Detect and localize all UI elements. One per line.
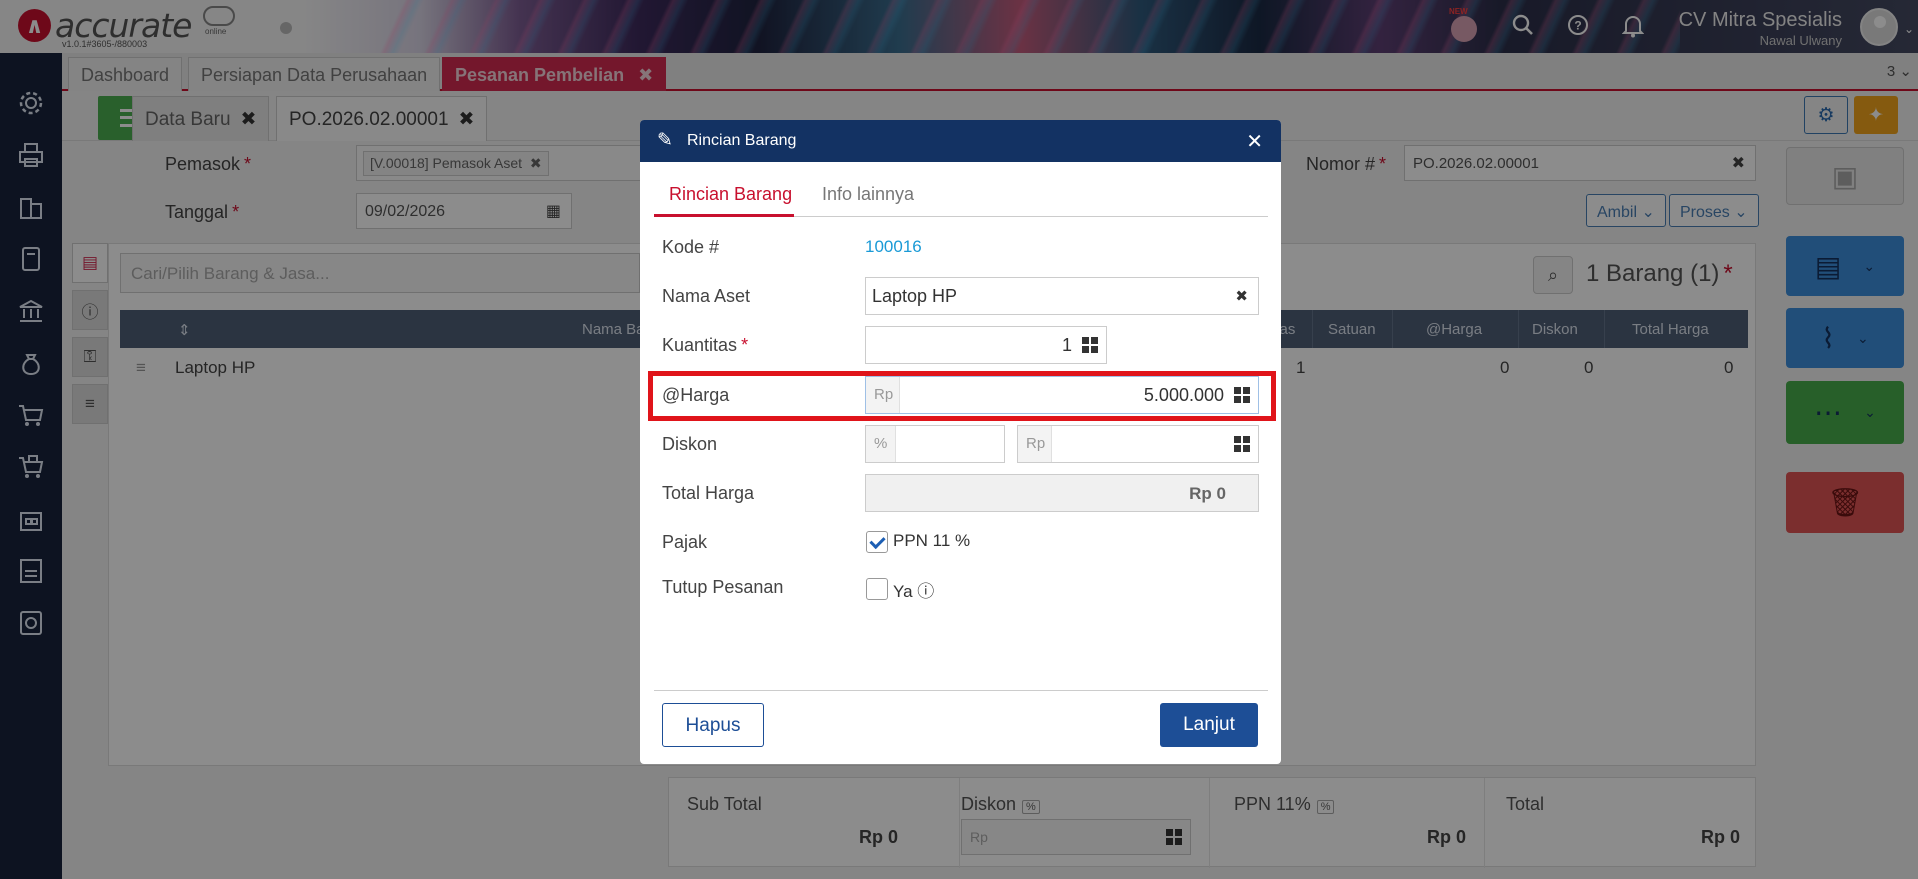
info-icon[interactable]: ⓘ (917, 582, 934, 601)
dialog-title: Rincian Barang (687, 132, 797, 149)
total-harga-label: Total Harga (662, 483, 755, 503)
dialog-header: ✎ Rincian Barang ✕ (640, 120, 1281, 162)
rincian-barang-dialog: ✎ Rincian Barang ✕ Rincian Barang Info l… (640, 120, 1281, 764)
kode-value[interactable]: 100016 (865, 237, 922, 257)
tutup-pesanan-label: Tutup Pesanan (662, 577, 784, 597)
tab-info-lainnya[interactable]: Info lainnya (822, 184, 914, 205)
kuantitas-input[interactable]: 1 (865, 326, 1107, 364)
clear-icon[interactable]: ✖ (1235, 287, 1248, 305)
diskon-rp-input[interactable]: Rp (1017, 425, 1259, 463)
diskon-label: Diskon (662, 434, 718, 454)
diskon-percent-input[interactable]: % (865, 425, 1005, 463)
calculator-icon[interactable] (1234, 436, 1250, 452)
hapus-button[interactable]: Hapus (662, 703, 764, 747)
pajak-label: Pajak (662, 532, 708, 552)
kuantitas-label: Kuantitas * (662, 335, 749, 355)
calculator-icon[interactable] (1082, 337, 1098, 353)
nama-aset-label: Nama Aset (662, 286, 751, 306)
nama-aset-input[interactable]: Laptop HP ✖ (865, 277, 1259, 315)
tutup-option-label: Ya ⓘ (893, 582, 935, 601)
lanjut-button[interactable]: Lanjut (1160, 703, 1258, 747)
ppn-option-label: PPN 11 % (893, 531, 971, 550)
total-harga-field: Rp 0 (865, 474, 1259, 512)
tab-rincian-barang[interactable]: Rincian Barang (669, 184, 792, 205)
kode-label: Kode # (662, 237, 720, 257)
ppn-checkbox[interactable] (866, 531, 888, 553)
pencil-icon: ✎ (657, 130, 673, 151)
close-icon[interactable]: ✕ (1246, 129, 1263, 154)
harga-highlight-box (648, 371, 1276, 421)
tutup-pesanan-checkbox[interactable] (866, 578, 888, 600)
